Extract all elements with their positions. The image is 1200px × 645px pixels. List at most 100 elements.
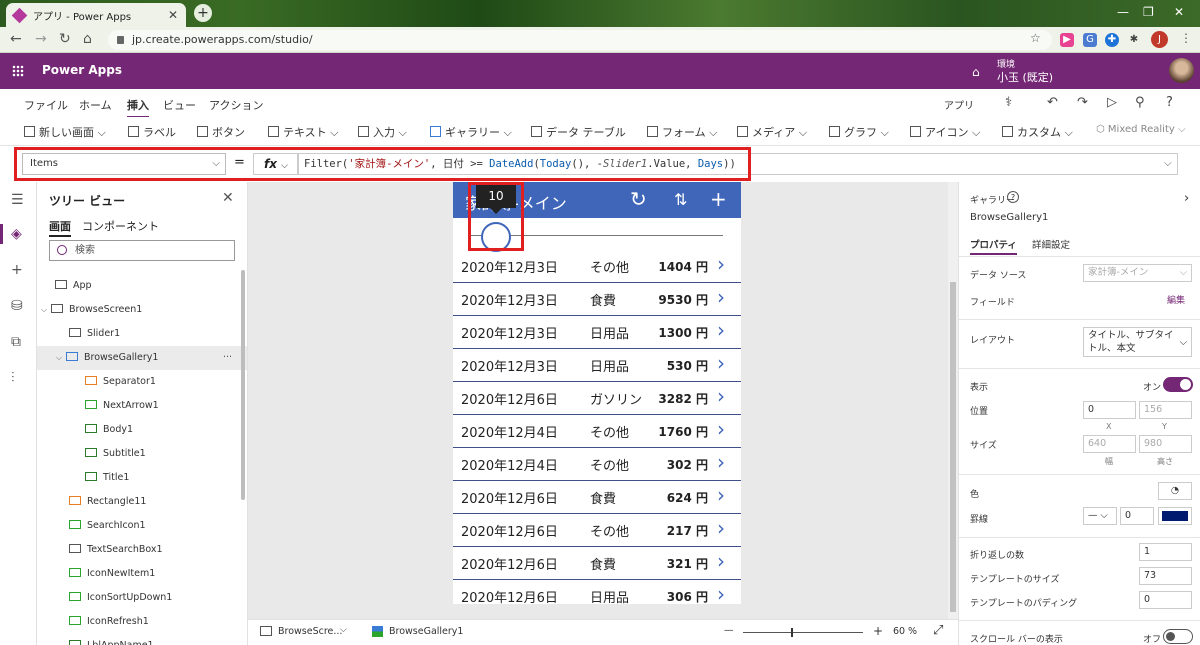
undo-icon[interactable]: ↶ xyxy=(1047,95,1058,110)
sort-updown-icon[interactable]: ⇅ xyxy=(674,190,687,209)
control-name[interactable]: BrowseGallery1 xyxy=(970,212,1048,223)
mixed-reality-button[interactable]: ⬡ Mixed Reality ⌵ xyxy=(1096,124,1186,135)
user-avatar[interactable] xyxy=(1169,58,1194,83)
gallery-row[interactable]: 2020年12月6日 日用品 306 円 › xyxy=(453,580,741,604)
restore-icon[interactable]: ❐ xyxy=(1143,5,1154,19)
media-button[interactable]: メディア ⌵ xyxy=(737,124,807,140)
gallery-row[interactable]: 2020年12月3日 食費 9530 円 › xyxy=(453,283,741,316)
gallery-row[interactable]: 2020年12月4日 その他 1760 円 › xyxy=(453,415,741,448)
database-icon[interactable]: ⛁ xyxy=(11,298,23,314)
label-button[interactable]: ラベル xyxy=(128,124,176,140)
formula-expand-icon[interactable]: ⌵ xyxy=(1164,158,1172,169)
minimize-icon[interactable]: — xyxy=(1117,5,1129,19)
tree-item[interactable]: Title1 xyxy=(37,466,247,490)
canvas-scrollbar[interactable] xyxy=(948,182,958,619)
tree-item[interactable]: TextSearchBox1 xyxy=(37,538,247,562)
next-arrow-icon[interactable]: › xyxy=(717,549,725,573)
menu-view[interactable]: ビュー xyxy=(163,97,196,113)
help-icon[interactable]: ? xyxy=(1166,95,1173,110)
play-icon[interactable]: ▷ xyxy=(1107,95,1117,110)
new-screen-button[interactable]: 新しい画面 ⌵ xyxy=(24,124,106,140)
tab-close-icon[interactable]: ✕ xyxy=(168,8,178,22)
next-arrow-icon[interactable]: › xyxy=(717,384,725,408)
reload-icon[interactable]: ↻ xyxy=(59,31,71,47)
bookmark-star-icon[interactable]: ☆ xyxy=(1030,31,1041,45)
layout-dropdown[interactable]: タイトル、サブタイトル、本文 ⌵ xyxy=(1083,327,1192,357)
next-arrow-icon[interactable]: › xyxy=(717,318,725,342)
gallery-row[interactable]: 2020年12月6日 ガソリン 3282 円 › xyxy=(453,382,741,415)
tree-item[interactable]: Rectangle11 xyxy=(37,490,247,514)
tree-item[interactable]: IconNewItem1 xyxy=(37,562,247,586)
tree-scrollbar[interactable] xyxy=(241,270,245,500)
tools-icon[interactable]: ⫶ xyxy=(11,370,15,386)
extension-video-icon[interactable]: ▶ xyxy=(1060,33,1074,47)
tab-properties[interactable]: プロパティ xyxy=(970,237,1017,255)
height-input[interactable]: 980 xyxy=(1139,435,1192,453)
fit-to-window-icon[interactable]: ⤢ xyxy=(933,623,943,638)
tree-item[interactable]: IconSortUpDown1 xyxy=(37,586,247,610)
add-icon[interactable]: + xyxy=(11,262,23,278)
button-button[interactable]: ボタン xyxy=(197,124,245,140)
zoom-slider-handle[interactable] xyxy=(791,628,793,637)
border-color-picker[interactable] xyxy=(1158,507,1192,525)
scrollbar-toggle[interactable] xyxy=(1163,629,1193,644)
control-selector[interactable]: BrowseGallery1 xyxy=(389,626,463,637)
expand-chevron-icon[interactable]: ⌵ xyxy=(56,346,66,370)
icon-button[interactable]: アイコン ⌵ xyxy=(910,124,980,140)
extension-translate-icon[interactable]: G xyxy=(1083,33,1097,47)
custom-button[interactable]: カスタム ⌵ xyxy=(1002,124,1073,140)
gallery-row[interactable]: 2020年12月6日 食費 624 円 › xyxy=(453,481,741,514)
browser-tab[interactable]: アプリ - Power Apps ✕ xyxy=(6,3,186,27)
home-icon[interactable]: ⌂ xyxy=(83,31,92,47)
tree-item[interactable]: Slider1 xyxy=(37,322,247,346)
menu-insert[interactable]: 挿入 xyxy=(127,97,149,118)
extension-cross-icon[interactable]: ✚ xyxy=(1105,33,1119,47)
next-arrow-icon[interactable]: › xyxy=(717,351,725,375)
wrap-input[interactable]: 1 xyxy=(1139,543,1192,561)
next-arrow-icon[interactable]: › xyxy=(717,450,725,474)
tree-item[interactable]: Subtitle1 xyxy=(37,442,247,466)
gallery-row[interactable]: 2020年12月6日 その他 217 円 › xyxy=(453,514,741,547)
tab-components[interactable]: コンポーネント xyxy=(82,218,159,234)
chart-button[interactable]: グラフ ⌵ xyxy=(829,124,889,140)
border-style-dropdown[interactable]: — ⌵ xyxy=(1083,507,1117,525)
hamburger-icon[interactable]: ☰ xyxy=(11,192,24,208)
more-options-icon[interactable]: ··· xyxy=(223,346,232,370)
app-launcher-icon[interactable] xyxy=(12,65,24,77)
help-icon[interactable]: ? xyxy=(1007,191,1019,203)
tree-item[interactable]: App xyxy=(37,274,247,298)
width-input[interactable]: 640 xyxy=(1083,435,1136,453)
tree-item[interactable]: ⌵ BrowseGallery1 ··· xyxy=(37,346,247,370)
redo-icon[interactable]: ↷ xyxy=(1077,95,1088,110)
tree-item[interactable]: ⌵ BrowseScreen1 xyxy=(37,298,247,322)
menu-home[interactable]: ホーム xyxy=(79,97,112,113)
back-icon[interactable]: ← xyxy=(10,31,22,47)
chevron-right-icon[interactable]: › xyxy=(1184,191,1189,206)
tab-screens[interactable]: 画面 xyxy=(49,218,71,237)
template-size-input[interactable]: 73 xyxy=(1139,567,1192,585)
zoom-in-button[interactable]: + xyxy=(873,624,883,638)
zoom-out-button[interactable]: — xyxy=(724,625,734,636)
browser-menu-icon[interactable]: ⋮ xyxy=(1180,31,1192,45)
media-panel-icon[interactable]: ⧉ xyxy=(11,334,21,350)
new-tab-button[interactable]: + xyxy=(194,4,212,22)
fill-color-picker[interactable]: ◔ xyxy=(1158,482,1192,500)
gallery-button[interactable]: ギャラリー ⌵ xyxy=(430,124,512,140)
tree-item[interactable]: Separator1 xyxy=(37,370,247,394)
gallery-row[interactable]: 2020年12月3日 日用品 1300 円 › xyxy=(453,316,741,349)
text-button[interactable]: テキスト ⌵ xyxy=(268,124,339,140)
tree-item[interactable]: LblAppName1 xyxy=(37,634,247,645)
position-y-input[interactable]: 156 xyxy=(1139,401,1192,419)
app-settings-button[interactable]: アプリ xyxy=(944,97,974,112)
gallery-row[interactable]: 2020年12月6日 食費 321 円 › xyxy=(453,547,741,580)
tree-item[interactable]: IconRefresh1 xyxy=(37,610,247,634)
gallery-row[interactable]: 2020年12月3日 日用品 530 円 › xyxy=(453,349,741,382)
close-icon[interactable]: ✕ xyxy=(222,190,234,206)
next-arrow-icon[interactable]: › xyxy=(717,483,725,507)
position-x-input[interactable]: 0 xyxy=(1083,401,1136,419)
datasource-dropdown[interactable]: 家計簿-メイン ⌵ xyxy=(1083,264,1192,282)
profile-avatar[interactable]: J xyxy=(1151,31,1168,48)
window-close-icon[interactable]: ✕ xyxy=(1174,5,1184,19)
zoom-slider-track[interactable] xyxy=(743,632,863,633)
environment-value[interactable]: 小玉 (既定) xyxy=(997,69,1053,85)
